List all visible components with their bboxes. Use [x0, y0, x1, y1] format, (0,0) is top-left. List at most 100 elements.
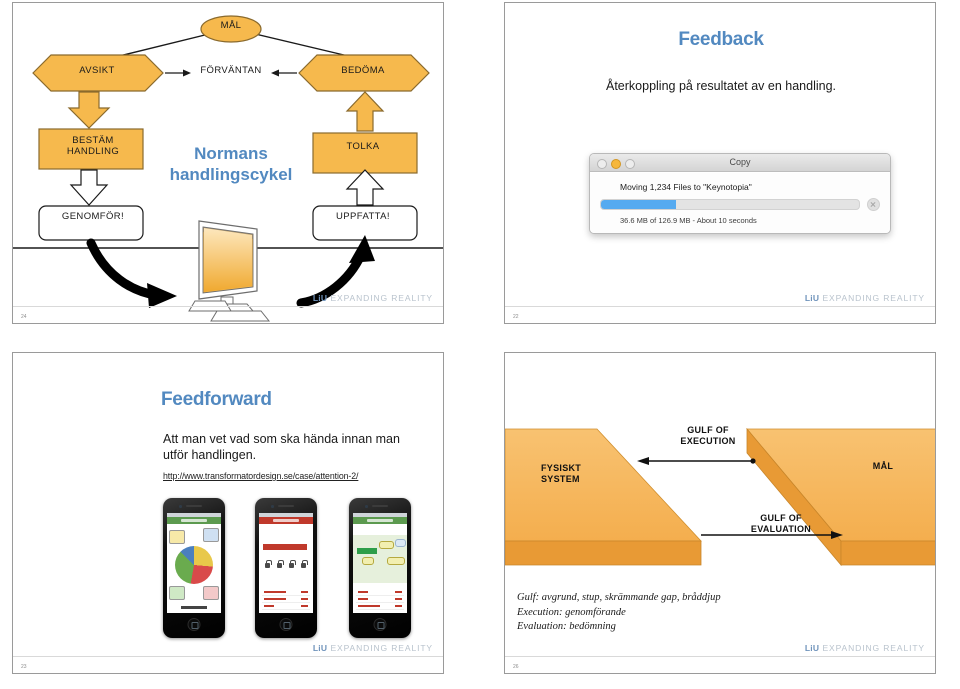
progress-bar [600, 199, 860, 210]
footer-divider [13, 306, 443, 307]
slide-gulf-of-execution-evaluation[interactable]: GULF OF EXECUTION GULF OF EVALUATION FYS… [504, 352, 936, 674]
phone-mockup-2 [255, 498, 317, 638]
dialog-titlebar: Copy [590, 154, 890, 172]
slide-number: 22 [513, 314, 519, 320]
phone-3-content [353, 524, 407, 613]
normans-brand-title: Normans handlingscykel [153, 143, 309, 185]
lock-icon [264, 560, 272, 569]
copy-progress-dialog[interactable]: Copy Moving 1,234 Files to "Keynotopia" … [589, 153, 891, 234]
copy-message: Moving 1,234 Files to "Keynotopia" [620, 182, 752, 192]
phone-mockup-1 [163, 498, 225, 638]
feedforward-body: Att man vet vad som ska hända innan man … [163, 432, 400, 462]
feedback-subtitle: Återkoppling på resultatet av en handlin… [605, 79, 837, 93]
list-block [356, 589, 404, 610]
feedback-title: Feedback [678, 29, 764, 50]
gulf-legend-line3: Evaluation: bedömning [517, 621, 616, 632]
list-item [262, 603, 310, 610]
liu-logo-text: EXPANDING REALITY [330, 643, 433, 653]
gulf-of-execution-label: GULF OF EXECUTION [660, 425, 756, 447]
gulf-of-evaluation-line1: GULF OF [760, 513, 802, 523]
red-progress-bar [263, 544, 307, 550]
speaker-icon [278, 505, 294, 507]
chip-green [169, 586, 185, 600]
node-bestam-line2: HANDLING [66, 146, 120, 157]
list-block [262, 589, 310, 610]
liu-logo-mark: LiU [312, 293, 328, 303]
copy-status: 36.6 MB of 126.9 MB - About 10 seconds [620, 216, 757, 225]
node-forvantan: FÖRVÄNTAN [200, 65, 262, 76]
chip-blue [203, 528, 219, 542]
physical-system-line1: FYSISKT [541, 463, 582, 473]
green-progress-bar [357, 548, 377, 554]
normans-brand-line1: Normans [194, 144, 268, 163]
progress-bar-fill [601, 200, 676, 209]
feedforward-link[interactable]: http://www.transformatordesign.se/case/a… [163, 471, 433, 481]
nav-title [181, 519, 207, 522]
gulf-legend-line2: Execution: genomförande [517, 606, 626, 618]
nav-bar [353, 517, 407, 524]
gulf-of-execution-line1: GULF OF [687, 425, 729, 435]
cancel-copy-icon[interactable] [867, 198, 880, 211]
list-item [356, 589, 404, 596]
dialog-body: Moving 1,234 Files to "Keynotopia" 36.6 … [590, 172, 890, 233]
liu-logo: LiU EXPANDING REALITY [313, 293, 433, 303]
pill-button [387, 557, 405, 565]
chip-red [203, 586, 219, 600]
phone-1-screen [167, 513, 221, 613]
pill-button [395, 539, 406, 547]
list-item [356, 603, 404, 610]
list-item [356, 596, 404, 603]
camera-icon [179, 505, 182, 508]
phone-3-screen [353, 513, 407, 613]
progress-row [600, 198, 880, 211]
footer-divider [505, 306, 935, 307]
node-avsikt: AVSIKT [79, 65, 115, 76]
phone-1-content [167, 524, 221, 613]
liu-logo-text: EXPANDING REALITY [822, 643, 925, 653]
pie-chart-icon [175, 546, 213, 584]
unlock-icon [300, 560, 308, 569]
nav-bar [259, 517, 313, 524]
liu-logo-text: EXPANDING REALITY [330, 293, 433, 303]
liu-logo-text: EXPANDING REALITY [822, 293, 925, 303]
home-button-icon [279, 618, 293, 631]
node-uppfatta: UPPFATTA! [336, 211, 390, 222]
liu-logo: LiU EXPANDING REALITY [313, 643, 433, 653]
camera-icon [365, 505, 368, 508]
gulf-of-evaluation-label: GULF OF EVALUATION [733, 513, 829, 535]
slide-number: 26 [513, 664, 519, 670]
physical-system-line2: SYSTEM [541, 474, 580, 484]
feedforward-title: Feedforward [161, 389, 272, 410]
slide-contact-sheet: MÅL AVSIKT FÖRVÄNTAN BEDÖMA BESTÄM HANDL… [0, 0, 960, 689]
camera-icon [271, 505, 274, 508]
slide-feedforward[interactable]: Feedforward Att man vet vad som ska händ… [12, 352, 444, 674]
liu-logo-mark: LiU [312, 643, 328, 653]
slide-number: 23 [21, 664, 27, 670]
speaker-icon [372, 505, 388, 507]
node-bedoma: BEDÖMA [341, 65, 385, 76]
gulf-of-execution-line2: EXECUTION [680, 436, 736, 446]
phone-2-content [259, 524, 313, 613]
home-button-icon [187, 618, 201, 631]
slide-feedback[interactable]: Feedback Återkoppling på resultatet av e… [504, 2, 936, 324]
node-mal: MÅL [220, 20, 242, 31]
list-item [262, 596, 310, 603]
home-button-icon [373, 618, 387, 631]
gulf-legend: Gulf: avgrund, stup, skrämmande gap, brå… [517, 591, 917, 635]
gulf-legend-line1: Gulf: avgrund, stup, skrämmande gap, brå… [517, 592, 721, 603]
node-genomfor: GENOMFÖR! [61, 211, 125, 222]
footer-divider [13, 656, 443, 657]
slide-normans-handlingscykel[interactable]: MÅL AVSIKT FÖRVÄNTAN BEDÖMA BESTÄM HANDL… [12, 2, 444, 324]
nav-title [273, 519, 299, 522]
pill-button [362, 557, 374, 565]
phone-2-screen [259, 513, 313, 613]
dialog-title: Copy [729, 157, 751, 167]
normans-brand-line2: handlingscykel [169, 165, 293, 184]
liu-logo-mark: LiU [804, 643, 820, 653]
speaker-icon [186, 505, 202, 507]
node-tolka: TOLKA [346, 141, 380, 152]
pill-button [379, 541, 394, 549]
gulf-of-evaluation-line2: EVALUATION [750, 524, 812, 534]
lock-row [264, 560, 308, 569]
physical-system-label: FYSISKT SYSTEM [541, 463, 621, 485]
